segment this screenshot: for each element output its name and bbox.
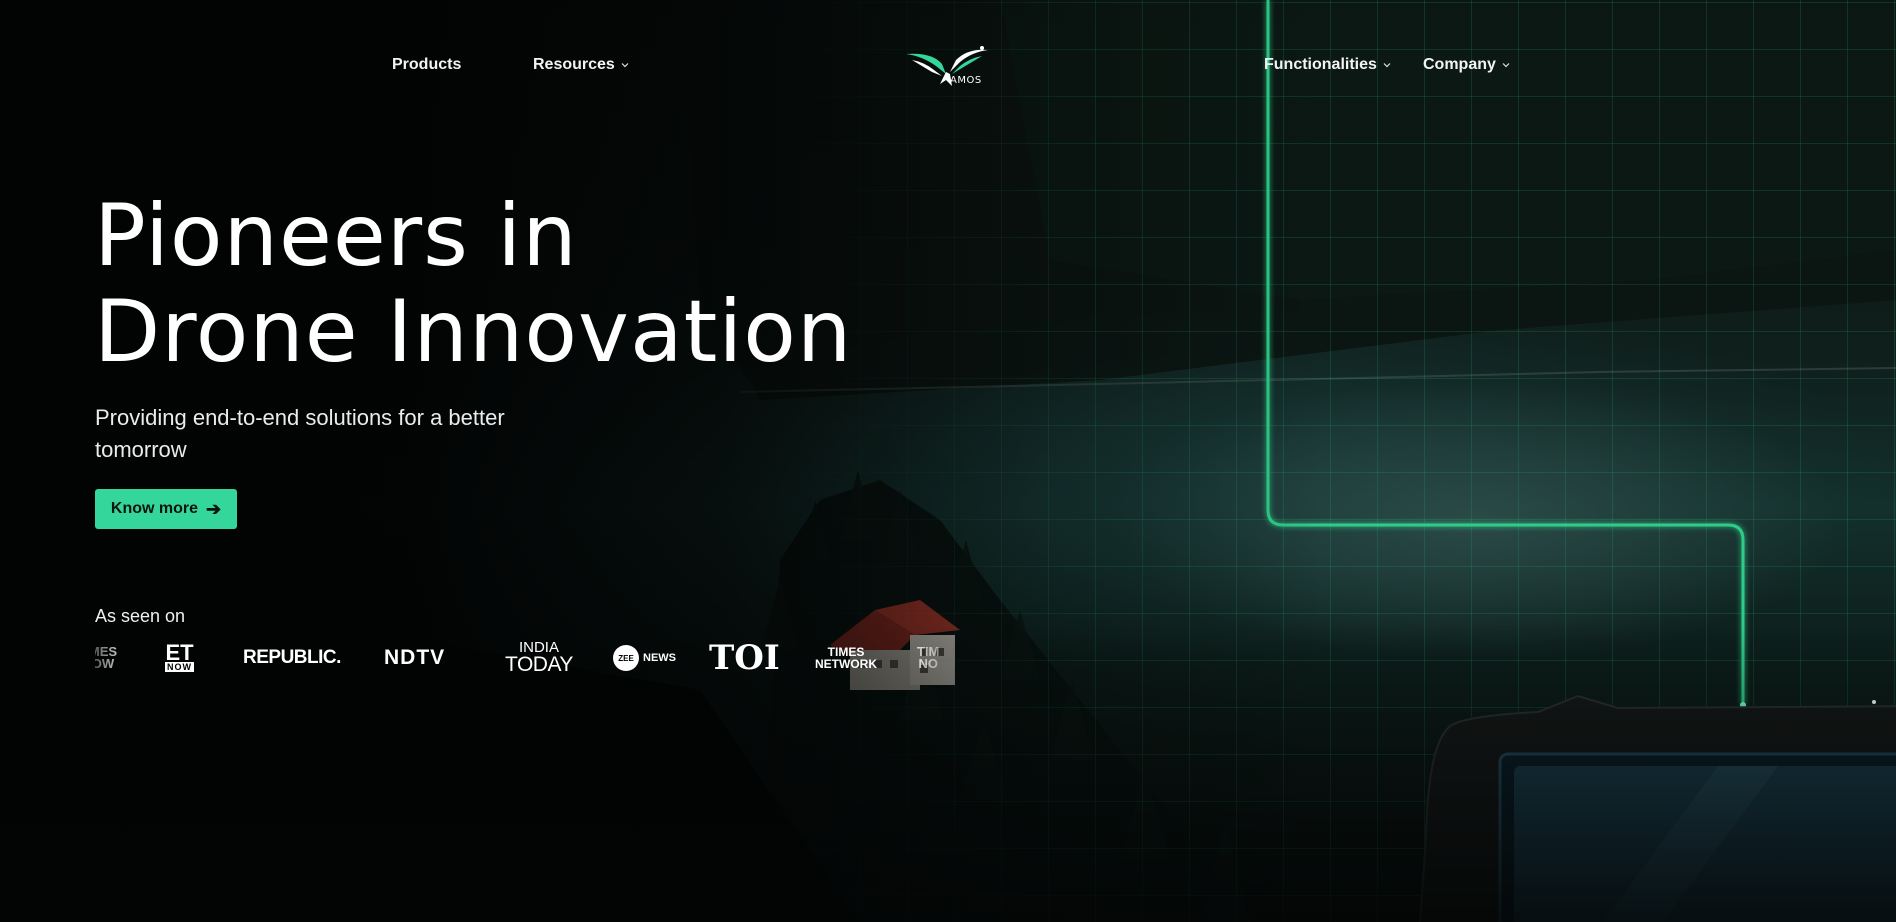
as-seen-on-label: As seen on (95, 606, 186, 626)
nav-company-label: Company (1423, 56, 1496, 73)
et-now-logo: ET NOW (165, 636, 194, 680)
toi-logo: TOI (709, 636, 780, 680)
know-more-button[interactable]: Know more ➔ (95, 489, 237, 529)
zee-news-logo-mark: ZEE (613, 645, 639, 671)
chevron-down-icon (1502, 63, 1510, 68)
ndtv-logo-text: NDTV (384, 646, 446, 669)
times-network-logo: TIMES NETWORK (815, 636, 877, 680)
ndtv-logo: NDTV (384, 636, 445, 680)
nav-products[interactable]: Products (392, 56, 461, 74)
nav-resources[interactable]: Resources (533, 56, 629, 74)
know-more-label: Know more (110, 500, 199, 517)
times-now-logo: MES OW (95, 636, 123, 680)
nav-products-label: Products (392, 56, 462, 73)
hero-section: Products Resources AMOS Functionalities … (0, 0, 1896, 922)
republic-logo-text: REPUBLIC. (243, 647, 341, 668)
nav-resources-label: Resources (533, 56, 615, 73)
hero-title: Pioneers in Drone Innovation (94, 188, 852, 380)
nav-functionalities-label: Functionalities (1264, 56, 1377, 73)
times-now-logo-line2: OW (95, 656, 115, 671)
toi-logo-text: TOI (709, 638, 780, 678)
hero-subtitle: Providing end-to-end solutions for a bet… (95, 405, 505, 462)
nav-company[interactable]: Company (1423, 56, 1510, 74)
chevron-down-icon (1383, 63, 1391, 68)
republic-logo: REPUBLIC. (243, 636, 341, 680)
hero-title-line-1: Pioneers in (94, 186, 578, 286)
media-logo-carousel: MES OW ET NOW REPUBLIC. NDTV INDIA TODAY… (95, 636, 955, 680)
zee-news-logo: ZEE NEWS (613, 636, 676, 680)
et-now-logo-line1: ET (165, 640, 194, 665)
et-now-logo-line2: NOW (165, 662, 194, 672)
hero-title-line-2: Drone Innovation (94, 282, 853, 382)
times-network-logo-line2: NETWORK (815, 657, 877, 671)
india-today-logo: INDIA TODAY (505, 636, 573, 680)
chevron-down-icon (621, 63, 629, 68)
india-today-logo-line2: TODAY (505, 653, 573, 676)
times-now-right-line2: NO (918, 656, 938, 671)
zee-news-logo-text: NEWS (643, 652, 676, 664)
arrow-right-icon: ➔ (206, 499, 222, 519)
nav-functionalities[interactable]: Functionalities (1264, 56, 1391, 74)
times-now-logo-right: TIM NO (917, 636, 939, 680)
logo-wordmark: AMOS (950, 75, 982, 86)
